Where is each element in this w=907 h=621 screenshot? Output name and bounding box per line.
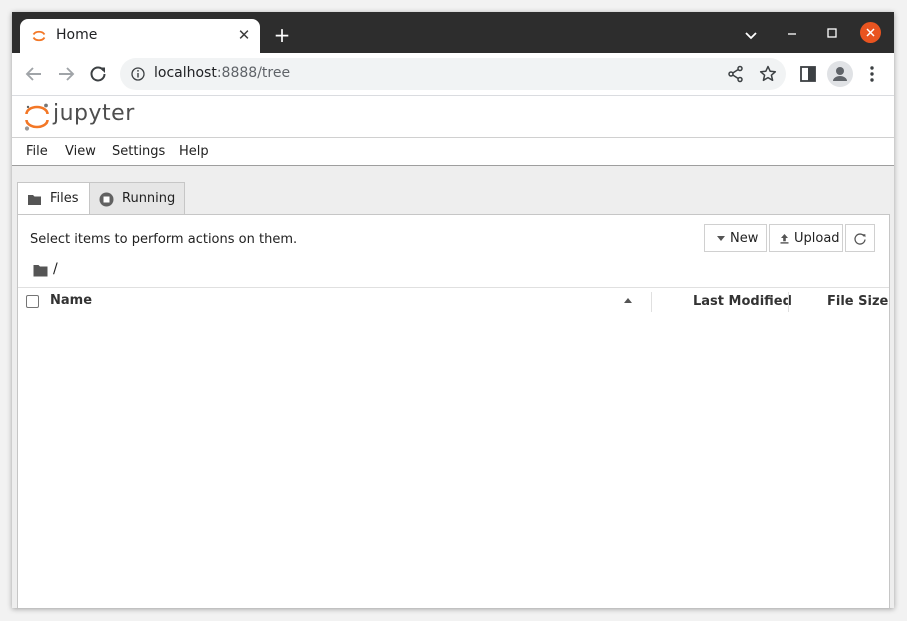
jupyter-header: jupyter: [12, 96, 894, 138]
site-info-icon[interactable]: [131, 67, 145, 81]
back-arrow-icon[interactable]: [22, 62, 46, 86]
share-icon[interactable]: [726, 64, 746, 84]
minimize-window-icon[interactable]: [781, 22, 803, 44]
browser-tab-home[interactable]: Home ✕: [20, 19, 260, 53]
forward-arrow-icon[interactable]: [54, 62, 78, 86]
tab-title: Home: [56, 27, 98, 43]
column-divider[interactable]: [788, 292, 789, 312]
jupyter-main-area: Files Running Select items to perform ac…: [12, 166, 894, 608]
tab-files[interactable]: Files: [17, 182, 90, 216]
tab-close-icon[interactable]: ✕: [234, 24, 254, 46]
profile-avatar-button[interactable]: [827, 61, 853, 87]
caret-down-icon: [717, 236, 725, 241]
column-file-size[interactable]: File Size: [827, 294, 888, 309]
column-name[interactable]: Name: [50, 293, 92, 308]
reload-icon[interactable]: [86, 62, 110, 86]
tab-running-label: Running: [122, 191, 176, 206]
tab-running[interactable]: Running: [89, 182, 185, 215]
stop-circle-icon: [99, 192, 114, 207]
side-panel-icon[interactable]: [796, 62, 820, 86]
breadcrumb-folder-icon[interactable]: [33, 264, 48, 277]
upload-arrow-icon: [780, 234, 789, 244]
maximize-window-icon[interactable]: [821, 22, 843, 44]
refresh-button[interactable]: [845, 224, 875, 252]
selection-instructions: Select items to perform actions on them.: [30, 232, 298, 247]
menu-file[interactable]: File: [26, 144, 48, 159]
folder-icon: [28, 195, 41, 205]
menu-settings[interactable]: Settings: [112, 144, 165, 159]
breadcrumb-root[interactable]: /: [53, 261, 58, 277]
jupyter-menubar: File View Settings Help: [12, 138, 894, 166]
address-bar[interactable]: localhost:8888/tree: [120, 58, 786, 90]
bookmark-star-icon[interactable]: [758, 64, 778, 84]
browser-menu-kebab-icon[interactable]: [860, 62, 884, 86]
address-url: localhost:8888/tree: [154, 65, 290, 81]
new-tab-button[interactable]: +: [270, 23, 294, 47]
url-path: :8888/tree: [216, 65, 291, 81]
file-browser-panel: Select items to perform actions on them.…: [17, 214, 890, 608]
jupyter-wordmark: jupyter: [53, 101, 135, 126]
file-list-header: Name Last Modified File Size: [18, 287, 889, 317]
select-all-checkbox[interactable]: [26, 295, 39, 308]
upload-button-label: Upload: [794, 231, 840, 246]
file-list: [18, 316, 889, 608]
new-button-label: New: [730, 231, 759, 246]
jupyter-favicon-icon: [32, 30, 46, 42]
browser-window: Home ✕ + localhost:8888/tree jupyter Fil…: [12, 12, 894, 608]
browser-toolbar: localhost:8888/tree: [12, 53, 894, 96]
upload-button[interactable]: Upload: [769, 224, 843, 252]
menu-view[interactable]: View: [65, 144, 96, 159]
profile-avatar-icon: [833, 67, 847, 81]
tab-search-chevron-icon[interactable]: [739, 25, 763, 45]
jupyter-logo-icon: [24, 103, 49, 131]
column-last-modified[interactable]: Last Modified: [693, 294, 792, 309]
refresh-icon: [854, 233, 866, 245]
column-divider[interactable]: [651, 292, 652, 312]
browser-titlebar: Home ✕ +: [12, 12, 894, 53]
menu-help[interactable]: Help: [179, 144, 209, 159]
close-window-icon: [866, 28, 875, 37]
new-button[interactable]: New: [704, 224, 767, 252]
close-window-button[interactable]: [860, 22, 881, 43]
tab-files-label: Files: [50, 191, 79, 206]
url-host: localhost: [154, 65, 217, 81]
sort-ascending-icon: [624, 298, 632, 303]
